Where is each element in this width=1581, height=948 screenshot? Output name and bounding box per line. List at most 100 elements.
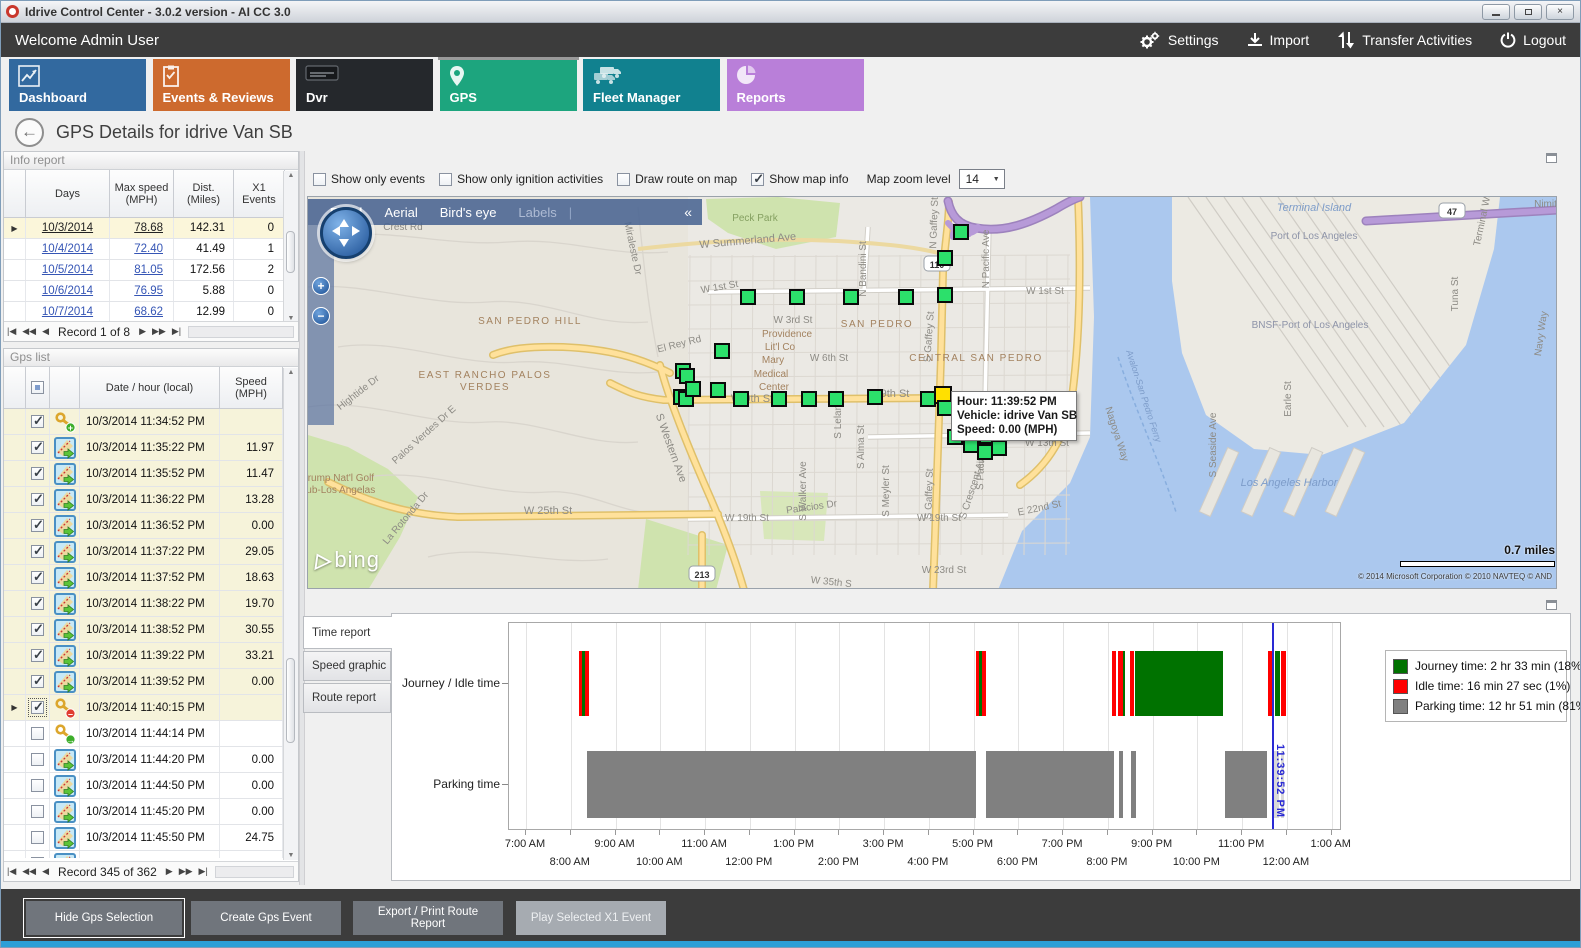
nav-button[interactable]: ▶▶ bbox=[152, 326, 166, 337]
maximize-button[interactable] bbox=[1514, 4, 1542, 20]
row-checkbox[interactable] bbox=[31, 415, 44, 428]
info-report-row[interactable]: 10/6/201476.955.880 bbox=[4, 281, 298, 302]
info-column-header[interactable]: Days bbox=[26, 170, 110, 217]
close-button[interactable]: × bbox=[1546, 4, 1574, 20]
gps-list-row[interactable]: ▶–10/3/2014 11:40:15 PM bbox=[4, 695, 298, 721]
tab-gps[interactable]: GPS bbox=[440, 59, 577, 111]
info-column-header[interactable]: X1 Events bbox=[234, 170, 285, 217]
map-compass[interactable] bbox=[320, 207, 372, 259]
gps-marker[interactable] bbox=[898, 289, 914, 305]
row-checkbox[interactable] bbox=[31, 493, 44, 506]
gps-list-row[interactable]: 10/3/2014 11:36:22 PM13.28 bbox=[4, 487, 298, 513]
gps-marker[interactable] bbox=[828, 391, 844, 407]
row-checkbox[interactable] bbox=[31, 857, 44, 858]
map-zoom-in-button[interactable]: + bbox=[312, 277, 330, 295]
collapse-map-bar-button[interactable]: « bbox=[684, 204, 692, 220]
gps-column-header[interactable]: Speed (MPH) bbox=[220, 367, 283, 408]
tab-fleet-manager[interactable]: Fleet Manager bbox=[583, 59, 720, 111]
gps-column-header[interactable]: Date / hour (local) bbox=[80, 367, 220, 408]
gps-list-scrollbar[interactable]: ▲▼ bbox=[283, 368, 298, 860]
gps-list-row[interactable]: 10/3/2014 11:37:22 PM29.05 bbox=[4, 539, 298, 565]
option-checkbox[interactable] bbox=[751, 173, 764, 186]
gps-list-row[interactable]: 10/3/2014 11:35:22 PM11.97 bbox=[4, 435, 298, 461]
row-checkbox[interactable] bbox=[31, 649, 44, 662]
button-export-print-route-report[interactable]: Export / Print Route Report bbox=[353, 901, 503, 935]
map-zoom-level-select[interactable]: 14 bbox=[959, 169, 1005, 189]
nav-hscrollbar[interactable] bbox=[215, 866, 294, 878]
option-checkbox[interactable] bbox=[313, 173, 326, 186]
option-show-only-events[interactable]: Show only events bbox=[313, 172, 425, 186]
gps-list-row[interactable]: 10/3/2014 11:35:52 PM11.47 bbox=[4, 461, 298, 487]
nav-button[interactable]: ◀ bbox=[42, 866, 49, 877]
gps-marker[interactable] bbox=[789, 289, 805, 305]
nav-button[interactable]: |◀ bbox=[7, 326, 16, 337]
gps-marker[interactable] bbox=[991, 440, 1007, 456]
button-hide-gps-selection[interactable]: Hide Gps Selection bbox=[26, 901, 182, 935]
day-link[interactable]: 10/3/2014 bbox=[42, 222, 93, 234]
row-checkbox[interactable] bbox=[31, 805, 44, 818]
tab-events-reviews[interactable]: Events & Reviews bbox=[153, 59, 290, 111]
gps-marker[interactable] bbox=[953, 224, 969, 240]
info-column-header[interactable] bbox=[4, 170, 26, 217]
row-checkbox[interactable] bbox=[31, 597, 44, 610]
nav-button[interactable]: ◀ bbox=[42, 326, 49, 337]
gps-list-row[interactable]: 10/3/2014 11:38:52 PM30.55 bbox=[4, 617, 298, 643]
row-checkbox[interactable] bbox=[31, 753, 44, 766]
gps-list-row[interactable]: 10/3/2014 11:45:50 PM24.75 bbox=[4, 825, 298, 851]
row-checkbox[interactable] bbox=[31, 831, 44, 844]
nav-button[interactable]: ◀◀ bbox=[22, 866, 36, 877]
expand-chart-panel-icon[interactable] bbox=[1546, 600, 1557, 610]
gps-list-row[interactable]: 10/3/2014 11:39:52 PM0.00 bbox=[4, 669, 298, 695]
gps-marker[interactable] bbox=[771, 391, 787, 407]
gps-marker[interactable] bbox=[937, 250, 953, 266]
gps-marker[interactable] bbox=[733, 391, 749, 407]
expand-map-panel-icon[interactable] bbox=[1546, 153, 1557, 163]
info-column-header[interactable]: Dist. (Miles) bbox=[174, 170, 234, 217]
chart-tab-speed-graphic[interactable]: Speed graphic bbox=[303, 651, 391, 681]
map-layer-aerial[interactable]: Aerial bbox=[385, 205, 418, 220]
panel-splitter[interactable] bbox=[299, 151, 305, 885]
gps-list-row[interactable]: 10/3/2014 11:46:20 PM17.93 bbox=[4, 851, 298, 858]
gps-marker[interactable] bbox=[710, 382, 726, 398]
gps-marker[interactable] bbox=[685, 381, 701, 397]
back-button[interactable]: ← bbox=[15, 118, 44, 147]
row-checkbox[interactable] bbox=[31, 467, 44, 480]
option-checkbox[interactable] bbox=[617, 173, 630, 186]
info-report-row[interactable]: 10/7/201468.6212.990 bbox=[4, 302, 298, 323]
gps-list-row[interactable]: →10/3/2014 11:44:14 PM bbox=[4, 721, 298, 747]
gps-list-row[interactable]: 10/3/2014 11:37:52 PM18.63 bbox=[4, 565, 298, 591]
gps-marker[interactable] bbox=[937, 287, 953, 303]
gps-list-row[interactable]: +10/3/2014 11:34:52 PM bbox=[4, 409, 298, 435]
day-link[interactable]: 10/5/2014 bbox=[42, 264, 93, 276]
row-checkbox[interactable] bbox=[31, 441, 44, 454]
select-all-checkbox[interactable] bbox=[26, 367, 50, 408]
action-logout[interactable]: Logout bbox=[1500, 32, 1566, 48]
day-link[interactable]: 10/7/2014 bbox=[42, 306, 93, 318]
button-play-selected-x1-event[interactable]: Play Selected X1 Event bbox=[516, 901, 666, 935]
gps-marker[interactable] bbox=[714, 343, 730, 359]
info-report-row[interactable]: ▶10/3/201478.68142.310 bbox=[4, 218, 298, 239]
row-checkbox[interactable] bbox=[31, 623, 44, 636]
nav-button[interactable]: |◀ bbox=[7, 866, 16, 877]
row-checkbox[interactable] bbox=[31, 727, 44, 740]
day-link[interactable]: 10/6/2014 bbox=[42, 285, 93, 297]
map-zoom-out-button[interactable]: − bbox=[312, 307, 330, 325]
tab-reports[interactable]: Reports bbox=[727, 59, 864, 111]
row-checkbox[interactable] bbox=[31, 519, 44, 532]
button-create-gps-event[interactable]: Create Gps Event bbox=[191, 901, 341, 935]
nav-button[interactable]: ◀◀ bbox=[22, 326, 36, 337]
day-link[interactable]: 10/4/2014 bbox=[42, 243, 93, 255]
nav-button[interactable]: ▶| bbox=[172, 326, 181, 337]
option-show-map-info[interactable]: Show map info bbox=[751, 172, 848, 186]
chart-tab-time-report[interactable]: Time report bbox=[303, 616, 392, 649]
gps-list-row[interactable]: 10/3/2014 11:44:50 PM0.00 bbox=[4, 773, 298, 799]
info-report-row[interactable]: 10/5/201481.05172.562 bbox=[4, 260, 298, 281]
max-speed-link[interactable]: 78.68 bbox=[134, 222, 163, 234]
action-settings[interactable]: Settings bbox=[1139, 31, 1219, 49]
gps-column-header[interactable] bbox=[50, 367, 80, 408]
minimize-button[interactable] bbox=[1482, 4, 1510, 20]
nav-button[interactable]: ▶| bbox=[199, 866, 208, 877]
option-draw-route-on-map[interactable]: Draw route on map bbox=[617, 172, 737, 186]
gps-list-row[interactable]: 10/3/2014 11:44:20 PM0.00 bbox=[4, 747, 298, 773]
row-checkbox[interactable] bbox=[31, 779, 44, 792]
